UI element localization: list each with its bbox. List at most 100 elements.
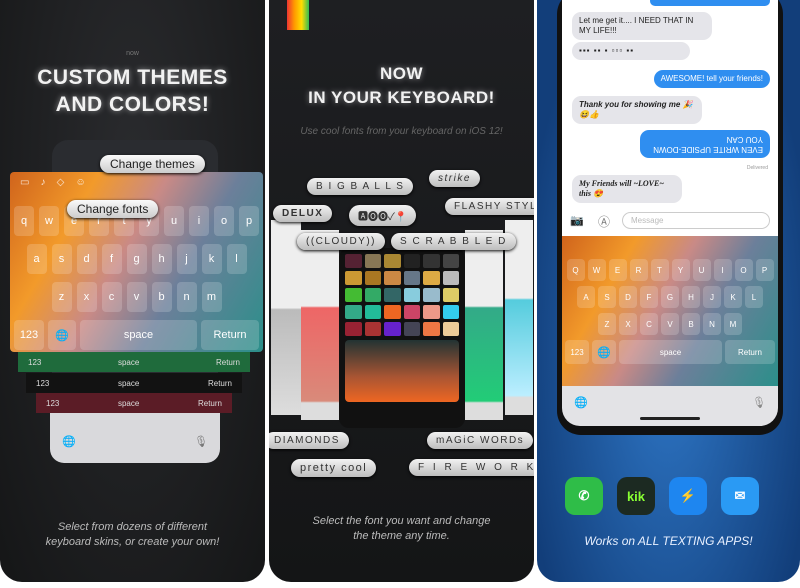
messenger-icon[interactable]: ⚡ xyxy=(669,477,707,515)
key-a[interactable]: a xyxy=(26,244,47,274)
key-return[interactable]: Return xyxy=(725,340,775,364)
globe-icon[interactable]: 🌐 xyxy=(62,435,76,448)
camera-icon[interactable]: 📷 xyxy=(570,214,584,227)
key-v[interactable]: v xyxy=(126,282,147,312)
theme-swatch[interactable] xyxy=(345,322,362,336)
theme-swatch[interactable] xyxy=(345,305,362,319)
font-bubble[interactable]: F I R E W O R K S xyxy=(409,459,534,476)
theme-swatch[interactable] xyxy=(345,254,362,268)
kik-icon[interactable]: kik xyxy=(617,477,655,515)
message-input[interactable]: Message xyxy=(622,212,770,229)
theme-swatch[interactable] xyxy=(364,288,381,302)
key-h[interactable]: h xyxy=(151,244,172,274)
key-space[interactable]: space xyxy=(80,320,197,350)
key-x[interactable]: x xyxy=(76,282,97,312)
theme-swatch[interactable] xyxy=(384,254,401,268)
key-c[interactable]: C xyxy=(640,313,658,335)
key-c[interactable]: c xyxy=(101,282,122,312)
font-bubble-emoji[interactable]: 🅰🅞🅞✓📍 xyxy=(349,205,417,226)
key-i[interactable]: i xyxy=(189,206,209,236)
key-r[interactable]: R xyxy=(629,259,648,281)
font-bubble[interactable]: pretty cool xyxy=(291,459,377,477)
theme-swatch[interactable] xyxy=(423,305,440,319)
key-j[interactable]: J xyxy=(703,286,721,308)
key-d[interactable]: d xyxy=(76,244,97,274)
font-bubble[interactable]: S C R A B B L E D xyxy=(391,233,516,250)
mail-icon[interactable]: ✉ xyxy=(721,477,759,515)
key-123[interactable]: 123 xyxy=(565,340,589,364)
key-u[interactable]: U xyxy=(692,259,711,281)
theme-swatch[interactable] xyxy=(345,271,362,285)
font-bubble[interactable]: DIAMONDS xyxy=(269,432,349,449)
theme-swatch[interactable] xyxy=(403,305,420,319)
key-k[interactable]: k xyxy=(201,244,222,274)
tooltip-change-fonts[interactable]: Change fonts xyxy=(67,200,159,218)
key-z[interactable]: z xyxy=(51,282,72,312)
key-y[interactable]: Y xyxy=(671,259,690,281)
theme-swatch[interactable] xyxy=(384,288,401,302)
key-p[interactable]: p xyxy=(239,206,259,236)
key-t[interactable]: T xyxy=(650,259,669,281)
whatsapp-icon[interactable]: ✆ xyxy=(565,477,603,515)
theme-swatch[interactable] xyxy=(345,288,362,302)
key-l[interactable]: l xyxy=(226,244,247,274)
key-g[interactable]: g xyxy=(126,244,147,274)
theme-swatch[interactable] xyxy=(423,271,440,285)
font-bubble[interactable]: mAGiC WORDs xyxy=(427,432,534,449)
key-s[interactable]: s xyxy=(51,244,72,274)
key-n[interactable]: N xyxy=(703,313,721,335)
font-bubble[interactable]: B I G B A L L S xyxy=(307,178,414,195)
key-return[interactable]: Return xyxy=(201,320,259,350)
key-l[interactable]: L xyxy=(745,286,763,308)
key-f[interactable]: f xyxy=(101,244,122,274)
theme-swatch[interactable] xyxy=(442,322,459,336)
key-g[interactable]: G xyxy=(661,286,679,308)
key-j[interactable]: j xyxy=(176,244,197,274)
key-123[interactable]: 123 xyxy=(14,320,44,350)
font-bubble[interactable]: FLASHY STYLE xyxy=(445,198,534,215)
key-h[interactable]: H xyxy=(682,286,700,308)
key-space[interactable]: space xyxy=(619,340,722,364)
key-b[interactable]: B xyxy=(682,313,700,335)
theme-swatch[interactable] xyxy=(384,322,401,336)
key-w[interactable]: W xyxy=(587,259,606,281)
theme-swatch[interactable] xyxy=(384,305,401,319)
keyboard-skin-green[interactable]: 123 space Return xyxy=(18,352,250,372)
key-b[interactable]: b xyxy=(151,282,172,312)
key-k[interactable]: K xyxy=(724,286,742,308)
keyboard-skin-maroon[interactable]: 123 space Return xyxy=(36,393,232,413)
key-s[interactable]: S xyxy=(598,286,616,308)
key-n[interactable]: n xyxy=(176,282,197,312)
key-q[interactable]: Q xyxy=(566,259,585,281)
microphone-icon[interactable]: 🎙 xyxy=(752,396,766,409)
font-bubble[interactable]: strike xyxy=(429,170,480,187)
key-u[interactable]: u xyxy=(164,206,184,236)
globe-icon[interactable]: 🌐 xyxy=(574,396,588,409)
key-v[interactable]: V xyxy=(661,313,679,335)
theme-swatch[interactable] xyxy=(442,288,459,302)
theme-swatch[interactable] xyxy=(423,288,440,302)
key-m[interactable]: m xyxy=(201,282,222,312)
theme-swatch[interactable] xyxy=(423,254,440,268)
key-f[interactable]: F xyxy=(640,286,658,308)
key-z[interactable]: Z xyxy=(598,313,616,335)
keyboard-skin-black[interactable]: 123 space Return xyxy=(26,373,242,393)
theme-swatch[interactable] xyxy=(364,322,381,336)
theme-swatch[interactable] xyxy=(423,322,440,336)
key-o[interactable]: O xyxy=(734,259,753,281)
key-w[interactable]: w xyxy=(39,206,59,236)
key-e[interactable]: E xyxy=(608,259,627,281)
globe-key-icon[interactable]: 🌐 xyxy=(48,320,76,350)
tooltip-change-themes[interactable]: Change themes xyxy=(100,155,205,173)
key-m[interactable]: M xyxy=(724,313,742,335)
theme-swatch[interactable] xyxy=(364,254,381,268)
key-o[interactable]: o xyxy=(214,206,234,236)
app-store-icon[interactable]: Ⓐ xyxy=(598,213,610,230)
microphone-icon[interactable]: 🎙 xyxy=(194,435,208,448)
theme-swatch[interactable] xyxy=(442,254,459,268)
key-x[interactable]: X xyxy=(619,313,637,335)
theme-swatch[interactable] xyxy=(442,271,459,285)
theme-swatch[interactable] xyxy=(364,305,381,319)
key-a[interactable]: A xyxy=(577,286,595,308)
theme-swatch[interactable] xyxy=(403,322,420,336)
